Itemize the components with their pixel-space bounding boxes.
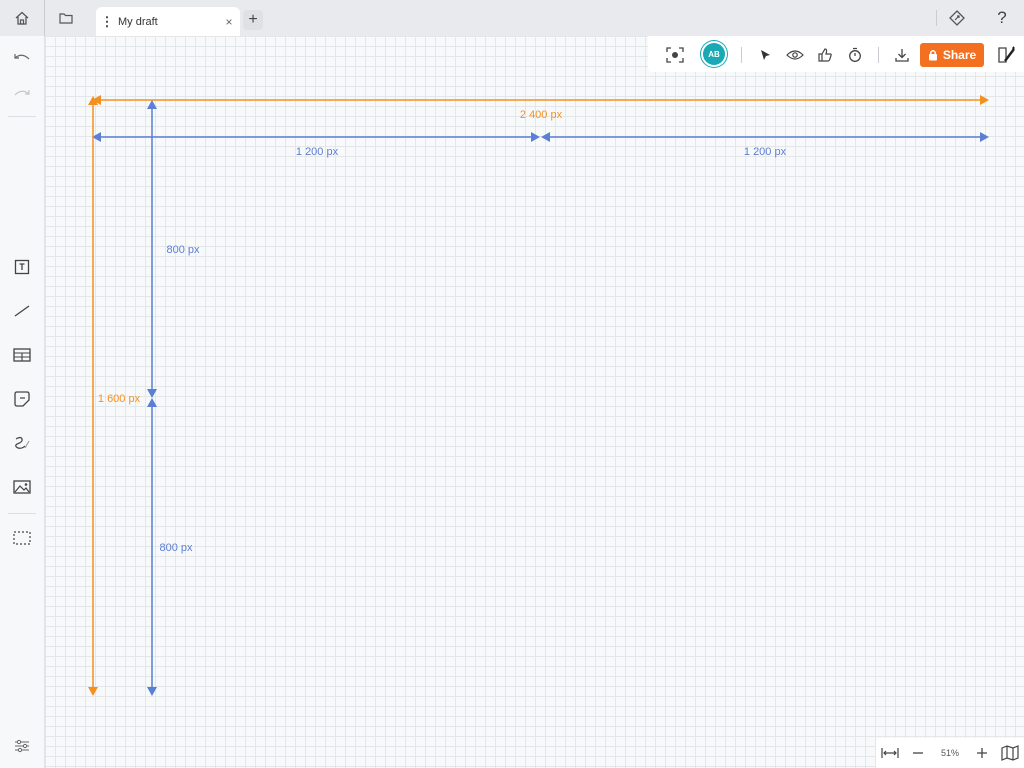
capture-icon xyxy=(666,47,684,63)
tools-button[interactable] xyxy=(935,0,979,36)
avatar[interactable]: AB xyxy=(703,43,725,65)
sliders-icon xyxy=(15,739,29,753)
share-label: Share xyxy=(942,48,977,62)
cursor-icon xyxy=(761,50,770,60)
top-bar: ⋮ My draft × + ? xyxy=(0,0,1024,36)
help-icon: ? xyxy=(997,8,1007,27)
fit-width-button[interactable] xyxy=(876,738,904,768)
zoom-bar: 51% xyxy=(876,738,1024,768)
screenshot-button[interactable] xyxy=(661,40,689,70)
settings-button[interactable] xyxy=(0,728,44,764)
download-button[interactable] xyxy=(888,40,916,70)
image-icon xyxy=(13,480,31,494)
map-icon xyxy=(1001,745,1019,761)
undo-button[interactable] xyxy=(0,40,44,76)
minimap-button[interactable] xyxy=(996,738,1024,768)
tab-title: My draft xyxy=(118,15,158,28)
redo-button[interactable] xyxy=(0,76,44,112)
zoom-level[interactable]: 51% xyxy=(932,748,968,758)
lock-icon xyxy=(928,49,937,61)
home-icon xyxy=(15,11,29,25)
table-icon xyxy=(13,348,31,362)
new-tab-button[interactable]: + xyxy=(243,10,263,30)
divider xyxy=(8,513,36,514)
undo-icon xyxy=(14,54,30,60)
board-canvas[interactable] xyxy=(45,36,1024,768)
folder-button[interactable] xyxy=(44,0,88,36)
frame-icon xyxy=(13,531,31,545)
text-icon xyxy=(14,259,30,275)
pen-icon xyxy=(15,436,30,449)
sticker-icon xyxy=(14,391,30,407)
timer-icon xyxy=(849,47,861,62)
zoom-out-button[interactable] xyxy=(904,738,932,768)
eye-icon xyxy=(786,50,804,60)
diamond-tool-icon xyxy=(949,10,965,26)
fit-width-icon xyxy=(881,748,899,758)
share-button[interactable]: Share xyxy=(920,43,984,67)
draw-tool[interactable] xyxy=(0,425,44,461)
plus-icon xyxy=(977,748,987,758)
line-icon xyxy=(14,305,30,317)
thumbs-up-icon xyxy=(818,48,832,62)
divider xyxy=(8,116,36,117)
magic-wand-icon xyxy=(998,46,1015,63)
magic-button[interactable] xyxy=(993,40,1021,70)
left-toolbar xyxy=(0,36,45,768)
home-button[interactable] xyxy=(0,0,44,36)
zoom-in-button[interactable] xyxy=(968,738,996,768)
divider xyxy=(878,47,879,63)
text-tool[interactable] xyxy=(0,249,44,285)
redo-icon xyxy=(14,90,30,96)
image-tool[interactable] xyxy=(0,469,44,505)
table-tool[interactable] xyxy=(0,337,44,373)
timer-button[interactable] xyxy=(841,40,869,70)
minus-icon xyxy=(913,752,923,754)
frame-tool[interactable] xyxy=(0,520,44,556)
tab-my-draft[interactable]: ⋮ My draft × xyxy=(96,7,240,36)
select-tool[interactable] xyxy=(751,40,779,70)
folder-icon xyxy=(59,13,73,24)
close-tab-icon[interactable]: × xyxy=(218,15,240,29)
sticker-tool[interactable] xyxy=(0,381,44,417)
view-mode-button[interactable] xyxy=(781,40,809,70)
help-button[interactable]: ? xyxy=(980,0,1024,36)
divider xyxy=(741,47,742,63)
download-icon xyxy=(895,49,909,62)
line-tool[interactable] xyxy=(0,293,44,329)
tab-menu-icon[interactable]: ⋮ xyxy=(96,15,118,28)
vote-button[interactable] xyxy=(811,40,839,70)
